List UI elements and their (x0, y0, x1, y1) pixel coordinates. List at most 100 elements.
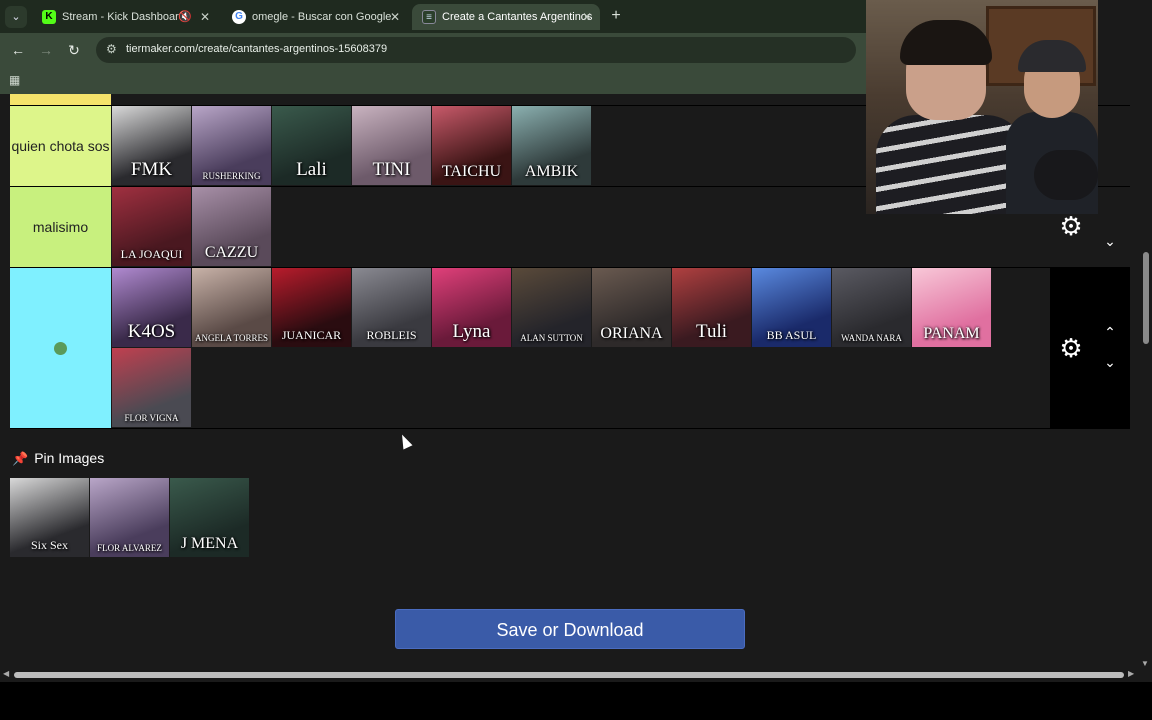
muted-speaker-icon[interactable]: 🔇 (178, 4, 192, 30)
tier-item-name: ROBLEIS (366, 328, 417, 342)
tier-item-tile[interactable]: ORIANA (592, 268, 671, 347)
tier-item-tile[interactable]: FLOR ALVAREZ (90, 478, 169, 557)
tier-item-tile[interactable]: JUANICAR (272, 268, 351, 347)
tier-row: K4OS ANGELA TORRES JUANICAR ROBLEIS Lyna ALAN… (10, 268, 1130, 429)
tier-item-tile[interactable]: RUSHERKING (192, 106, 271, 185)
pin-images-header: 📌 Pin Images (12, 448, 104, 468)
scroll-down-icon[interactable]: ▼ (1141, 659, 1149, 668)
tab-strip: ⌄ K Stream - Kick Dashboard 🔇 ✕ G omegle… (0, 0, 866, 33)
pushpin-icon: 📌 (12, 451, 29, 466)
tab-title: omegle - Buscar con Google (252, 11, 392, 23)
tier-item-name: PANAM (923, 325, 980, 342)
tier-item-name: WANDA NARA (841, 333, 902, 343)
screen-bottom-bar (0, 682, 1152, 720)
tier-items: K4OS ANGELA TORRES JUANICAR ROBLEIS Lyna ALAN… (112, 268, 1052, 429)
tier-item-tile[interactable]: WANDA NARA (832, 268, 911, 347)
nauseated-face-icon (54, 341, 67, 355)
tier-item-name: FLOR VIGNA (124, 413, 179, 423)
bookmarks-bar: ▦ (0, 67, 866, 94)
tier-item-tile[interactable]: Lyna (432, 268, 511, 347)
tier-item-name: JUANICAR (281, 328, 342, 342)
close-tab-icon[interactable]: ✕ (200, 4, 210, 30)
tier-item-name: TINI (372, 159, 411, 180)
person-right-knee (1034, 150, 1098, 200)
tier-item-tile[interactable]: TAICHU (432, 106, 511, 185)
tier-item-tile[interactable]: TINI (352, 106, 431, 185)
pin-images-tray: Six Sex FLOR ALVAREZ J MENA (10, 478, 250, 558)
tier-item-tile[interactable]: ANGELA TORRES (192, 268, 271, 347)
vertical-scrollbar[interactable]: ▼ (1140, 94, 1152, 668)
gear-icon[interactable]: ⚙ (1058, 335, 1084, 361)
person-left-body (876, 115, 1026, 214)
browser-toolbar: ← → ↻ ⚙ tiermaker.com/create/cantantes-a… (0, 33, 866, 67)
new-tab-button[interactable]: + (606, 6, 626, 26)
tier-item-name: BB ASUL (766, 328, 817, 342)
tier-item-name: Tuli (696, 321, 727, 342)
tier-item-name: RUSHERKING (202, 171, 261, 181)
tier-item-tile[interactable]: ROBLEIS (352, 268, 431, 347)
tier-label[interactable]: malisimo (10, 187, 111, 267)
tier-item-tile[interactable]: PANAM (912, 268, 991, 347)
vertical-scroll-thumb[interactable] (1143, 252, 1149, 344)
tier-item-name: CAZZU (204, 244, 259, 261)
tier-item-name: K4OS (127, 321, 176, 342)
back-arrow-icon[interactable]: ← (9, 41, 27, 59)
horizontal-scroll-thumb[interactable] (14, 672, 1124, 678)
tier-item-tile[interactable]: FMK (112, 106, 191, 185)
tier-item-name: Lyna (452, 321, 491, 342)
close-tab-icon[interactable]: ✕ (582, 4, 592, 30)
browser-window: ⌄ K Stream - Kick Dashboard 🔇 ✕ G omegle… (0, 0, 1152, 720)
tier-settings-panel: ⌃ ⚙ ⌄ (1050, 268, 1130, 428)
tier-item-tile[interactable]: Six Sex (10, 478, 89, 557)
tier-item-tile[interactable]: Lali (272, 106, 351, 185)
tier-item-name: ANGELA TORRES (195, 333, 268, 343)
tab-title: Stream - Kick Dashboard (62, 11, 185, 23)
tier-item-tile[interactable]: BB ASUL (752, 268, 831, 347)
site-settings-icon[interactable]: ⚙ (106, 42, 117, 56)
scroll-right-icon[interactable]: ▶ (1128, 669, 1134, 678)
chevron-up-icon[interactable]: ⌃ (1102, 324, 1118, 340)
tier-item-name: AMBIK (524, 163, 579, 180)
url-text: tiermaker.com/create/cantantes-argentino… (126, 43, 388, 55)
person-left-hair (900, 20, 992, 65)
tab-title: Create a Cantantes Argentinos (442, 11, 593, 23)
tier-item-name: LA JOAQUI (120, 247, 183, 261)
forward-arrow-icon[interactable]: → (37, 41, 55, 59)
tier-item-tile[interactable]: Tuli (672, 268, 751, 347)
tier-item-tile[interactable]: K4OS (112, 268, 191, 347)
tier-item-name: FMK (130, 159, 173, 180)
tier-item-name: FLOR ALVAREZ (97, 543, 162, 553)
tab-tiermaker[interactable]: ≡ Create a Cantantes Argentinos ✕ (412, 4, 600, 30)
horizontal-scrollbar[interactable]: ◀ ▶ (0, 668, 1140, 682)
tier-item-name: J MENA (180, 535, 239, 552)
save-or-download-button[interactable]: Save or Download (395, 609, 745, 649)
tab-search-button[interactable]: ⌄ (5, 6, 27, 28)
tier-label (10, 94, 111, 105)
tab-google-search[interactable]: G omegle - Buscar con Google ✕ (222, 4, 408, 30)
webcam-overlay (866, 0, 1098, 214)
tiermaker-icon: ≡ (422, 10, 436, 24)
tier-item-name: ALAN SUTTON (520, 333, 583, 343)
tier-item-tile[interactable]: ALAN SUTTON (512, 268, 591, 347)
tier-item-tile[interactable]: AMBIK (512, 106, 591, 185)
tier-item-name: ORIANA (600, 325, 663, 342)
tier-label[interactable] (10, 268, 111, 428)
tier-item-tile[interactable]: J MENA (170, 478, 249, 557)
tier-label[interactable]: quien chota sos (10, 106, 111, 186)
apps-grid-icon[interactable]: ▦ (9, 73, 20, 87)
chevron-down-icon[interactable]: ⌄ (1102, 233, 1118, 249)
tab-kick-dashboard[interactable]: K Stream - Kick Dashboard 🔇 ✕ (32, 4, 218, 30)
scroll-left-icon[interactable]: ◀ (3, 669, 9, 678)
tier-item-tile[interactable]: FLOR VIGNA (112, 348, 191, 427)
tier-item-tile[interactable]: LA JOAQUI (112, 187, 191, 266)
pin-images-title: Pin Images (34, 450, 105, 466)
close-tab-icon[interactable]: ✕ (390, 4, 400, 30)
tier-item-tile[interactable]: CAZZU (192, 187, 271, 266)
google-icon: G (232, 10, 246, 24)
gear-icon[interactable]: ⚙ (1058, 213, 1084, 239)
address-bar[interactable]: ⚙ tiermaker.com/create/cantantes-argenti… (96, 37, 856, 63)
mouse-cursor-icon (397, 432, 413, 450)
reload-icon[interactable]: ↻ (65, 41, 83, 59)
chevron-down-icon[interactable]: ⌄ (1102, 354, 1118, 370)
tier-item-name: TAICHU (441, 163, 502, 180)
